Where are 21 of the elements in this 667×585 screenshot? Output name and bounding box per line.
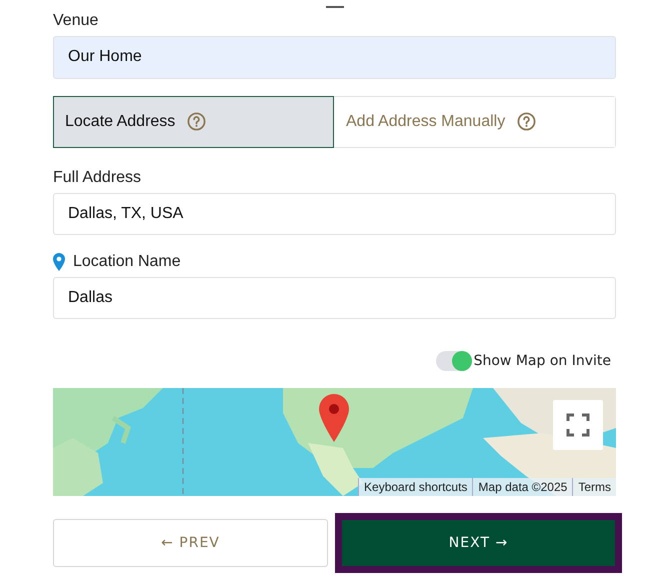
address-tab[interactable]: Locate Address <box>53 96 334 148</box>
help-icon <box>517 112 536 131</box>
map-attribution-link[interactable]: Terms <box>572 478 616 496</box>
map-attribution-link[interactable]: Keyboard shortcuts <box>358 478 472 496</box>
nav-button[interactable]: NEXT → <box>342 520 615 566</box>
location-pin-icon <box>53 252 65 270</box>
field-label: Full Address <box>53 168 142 186</box>
fullscreen-icon <box>566 412 590 436</box>
field-label: Location Name <box>73 252 181 270</box>
venue-field[interactable]: Our Home <box>53 36 616 78</box>
fullscreen-button[interactable] <box>553 400 603 450</box>
toggle-switch[interactable] <box>436 350 472 370</box>
help-icon <box>187 112 206 131</box>
drag-handle[interactable] <box>326 6 344 8</box>
toggle-label: Show Map on Invite <box>474 352 611 368</box>
field-label: Venue <box>53 12 100 30</box>
address-field[interactable]: Dallas, TX, USA <box>53 192 616 234</box>
nav-button[interactable]: ← PREV <box>53 518 328 566</box>
map-attribution-link[interactable]: Map data ©2025 <box>472 478 572 496</box>
location-name-field[interactable]: Dallas <box>53 276 616 318</box>
map-marker-icon <box>319 394 349 442</box>
